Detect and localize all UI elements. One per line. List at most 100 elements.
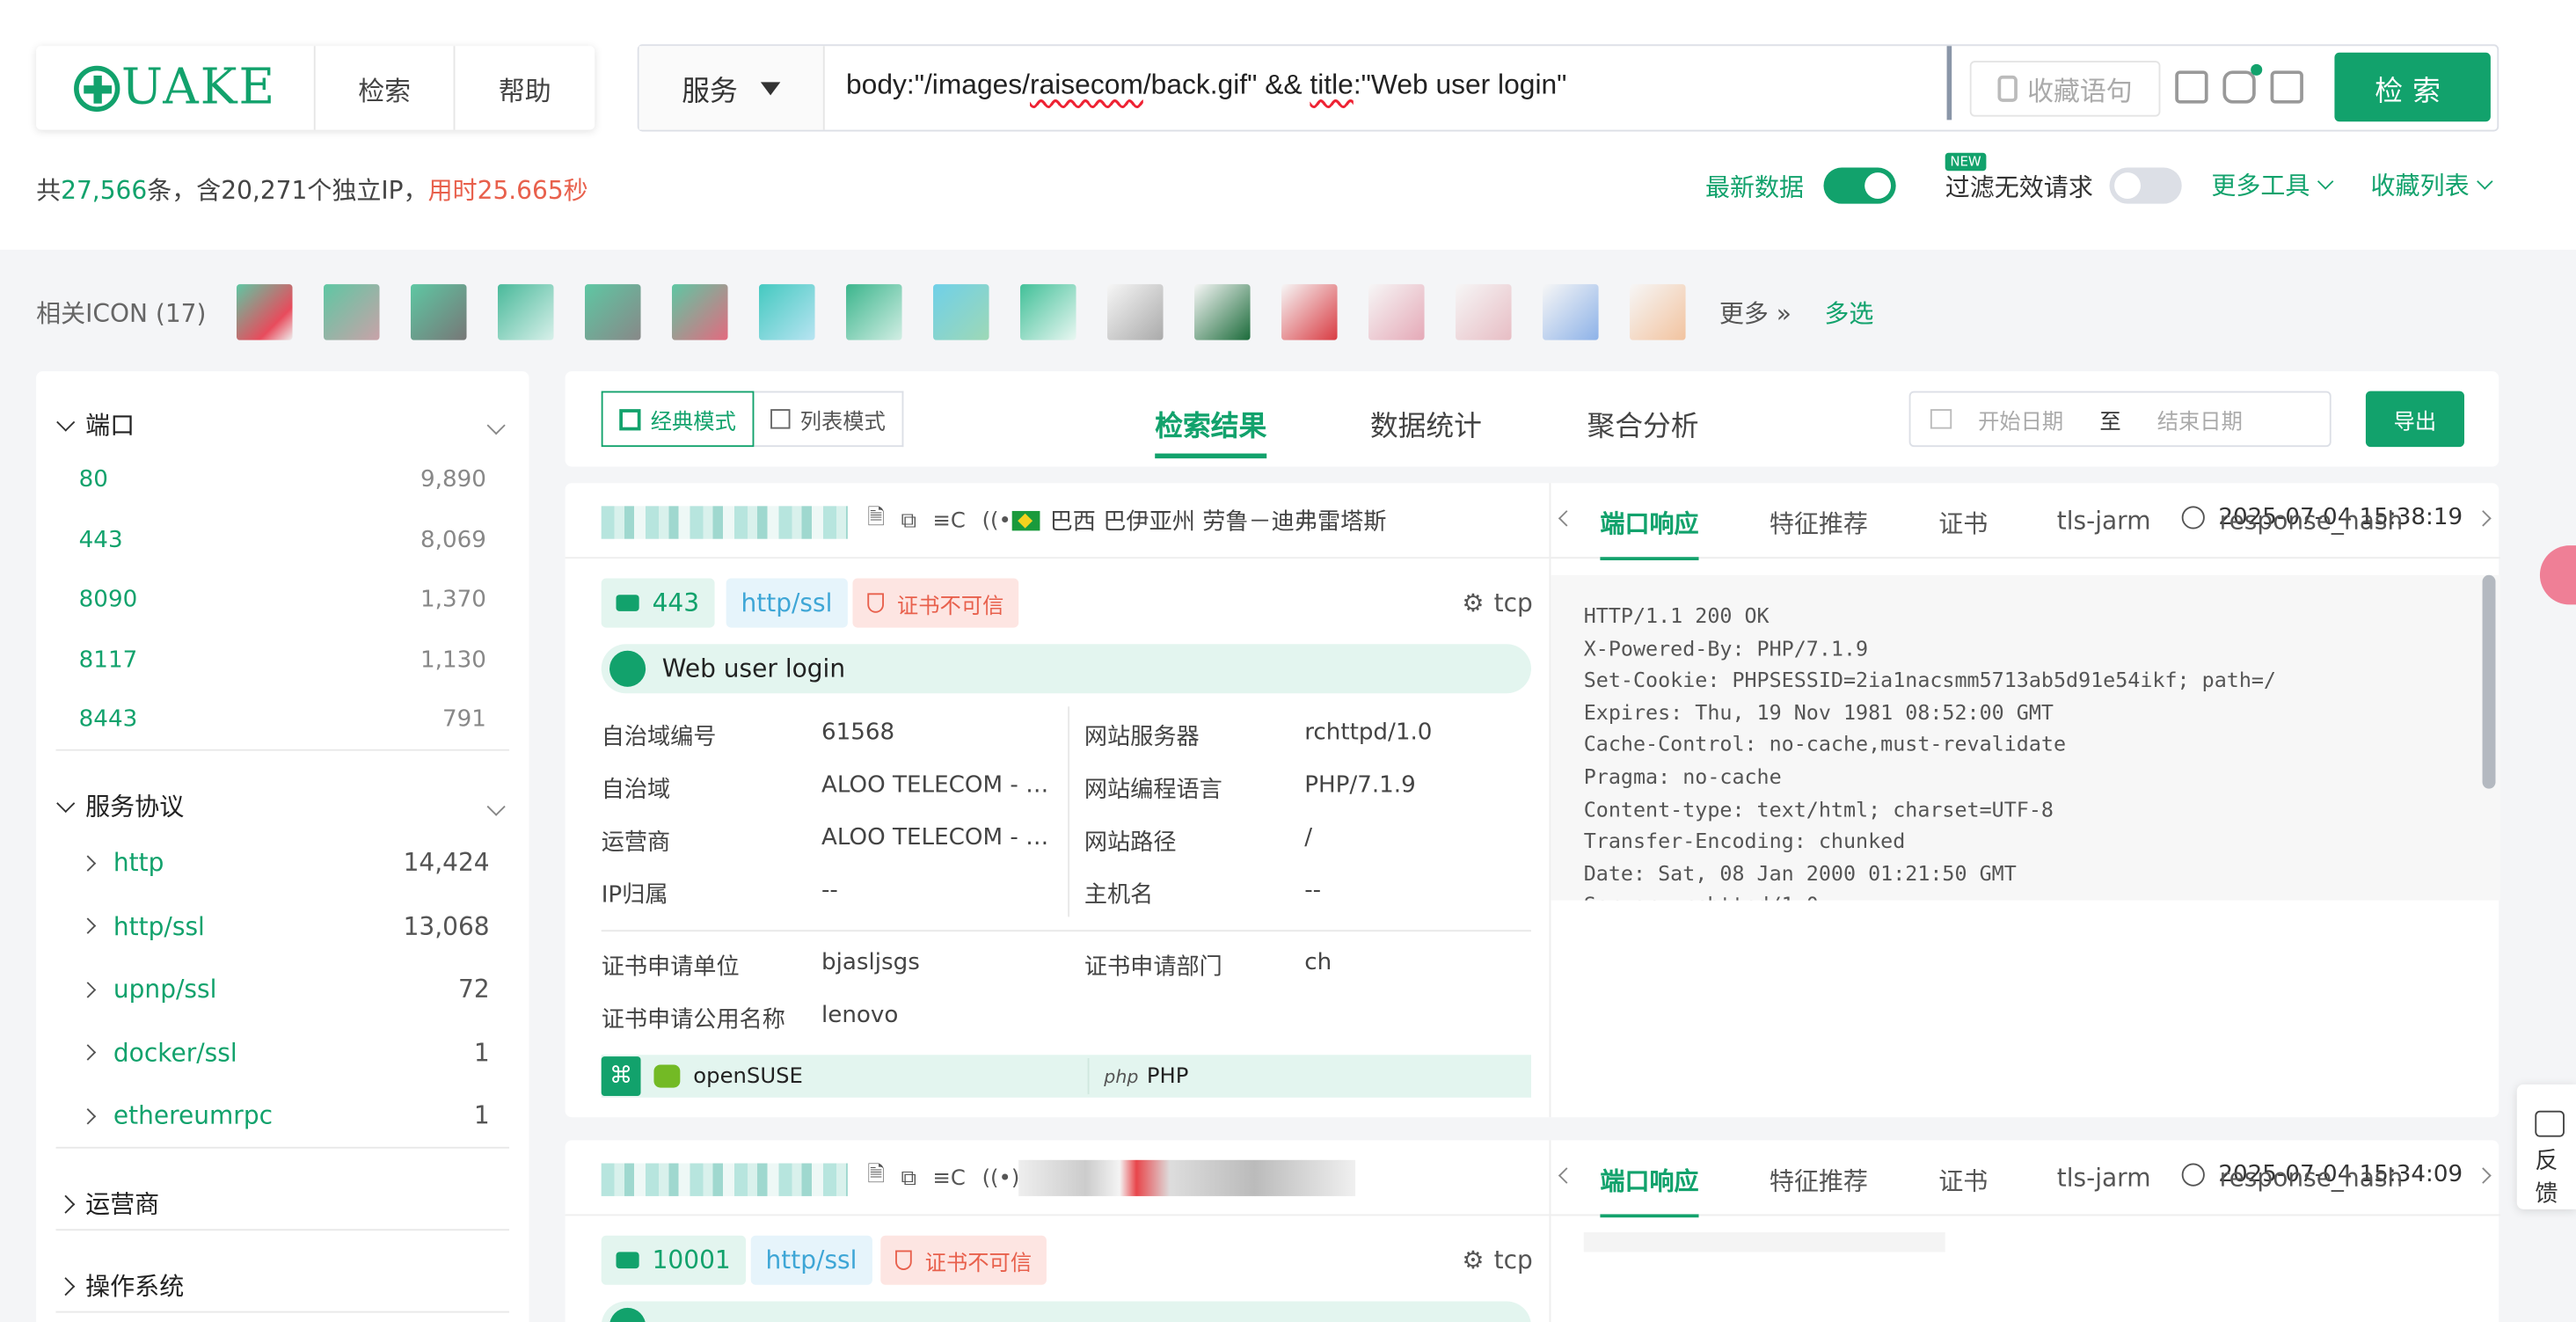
cert-icon[interactable]: ≡C xyxy=(933,508,966,533)
protocol-filter-item[interactable]: docker/ssl 1 xyxy=(82,1038,490,1068)
blurred-ip[interactable] xyxy=(601,1163,848,1196)
protocol-tag[interactable]: http/ssl xyxy=(750,1235,872,1285)
response-content[interactable]: HTTP/1.1 200 OK X-Powered-By: PHP/7.1.9 … xyxy=(1551,574,2501,901)
tab-search-results[interactable]: 检索结果 xyxy=(1155,403,1267,459)
response-tab[interactable]: 特征推荐 xyxy=(1770,1164,1868,1198)
chevron-right-icon[interactable] xyxy=(2475,1167,2492,1184)
list-mode-button[interactable]: 列表模式 xyxy=(754,391,904,448)
favicon-thumb[interactable] xyxy=(1456,284,1513,340)
server-value[interactable]: rchttpd/1.0 xyxy=(1304,719,1432,746)
isp-section-header[interactable]: 运营商 xyxy=(56,1187,502,1221)
cert-dept-value[interactable]: ch xyxy=(1304,950,1332,976)
favicon-thumb[interactable] xyxy=(759,284,816,340)
path-value[interactable]: / xyxy=(1304,825,1312,851)
favicon-thumb[interactable] xyxy=(411,284,468,340)
response-tab[interactable]: response_hash xyxy=(2220,1164,2404,1194)
nav-help[interactable]: 帮助 xyxy=(455,46,595,129)
favicon-thumb[interactable] xyxy=(237,284,294,340)
search-input[interactable]: body:"/images/raisecom/back.gif" && titl… xyxy=(846,69,1566,101)
port-filter-item[interactable]: 8090 1,370 xyxy=(79,587,486,613)
multi-select-link[interactable]: 多选 xyxy=(1824,295,1873,329)
os-value[interactable]: openSUSE xyxy=(693,1064,803,1089)
filter-invalid-toggle[interactable] xyxy=(2109,167,2182,204)
tab-aggregation[interactable]: 聚合分析 xyxy=(1587,403,1698,443)
protocol-filter-item[interactable]: ethereumrpc 1 xyxy=(82,1101,490,1131)
classic-mode-button[interactable]: 经典模式 xyxy=(601,391,755,448)
ai-chat-icon[interactable] xyxy=(2222,70,2256,104)
chevron-right-icon[interactable] xyxy=(2475,510,2492,527)
favicon-thumb[interactable] xyxy=(1368,284,1426,340)
favicon-thumb[interactable] xyxy=(324,284,381,340)
protocol-section-header[interactable]: 服务协议 xyxy=(56,789,506,823)
as-value[interactable]: ALOO TELECOM - … xyxy=(821,772,1048,799)
port-filter-count: 1,370 xyxy=(420,586,486,613)
page-title-bar[interactable]: Web user login xyxy=(601,644,1531,694)
nav-search[interactable]: 检索 xyxy=(316,46,456,130)
protocol-filter-item[interactable]: http 14,424 xyxy=(82,848,490,878)
favicon-thumb[interactable] xyxy=(498,284,555,340)
response-tab[interactable]: response_hash xyxy=(2220,506,2404,536)
fav-list-menu[interactable]: 收藏列表 xyxy=(2371,168,2493,202)
asn-value[interactable]: 61568 xyxy=(821,719,894,746)
port-filter-item[interactable]: 8443 791 xyxy=(79,706,486,733)
cert-icon[interactable]: ≡C xyxy=(933,1165,966,1190)
response-tab[interactable]: tls-jarm xyxy=(2057,506,2151,536)
scrollbar[interactable] xyxy=(2482,574,2496,789)
response-tab[interactable]: tls-jarm xyxy=(2057,1164,2151,1194)
fav-query-button[interactable]: 收藏语句 xyxy=(1969,61,2161,117)
favicon-thumb[interactable] xyxy=(672,284,729,340)
favicon-thumb[interactable] xyxy=(1630,284,1687,340)
assistant-float-icon[interactable] xyxy=(2539,545,2576,605)
response-tab[interactable]: 端口响应 xyxy=(1600,1164,1699,1218)
response-tab[interactable]: 证书 xyxy=(1938,506,1988,540)
more-icons-link[interactable]: 更多 » xyxy=(1719,295,1792,329)
cert-org-value[interactable]: bjasljsgs xyxy=(821,950,920,976)
favicon-thumb[interactable] xyxy=(846,284,903,340)
favicon-thumb[interactable] xyxy=(933,284,990,340)
os-section-header[interactable]: 操作系统 xyxy=(56,1268,502,1303)
date-range-picker[interactable]: 开始日期 至 结束日期 xyxy=(1908,391,2332,448)
favicon-thumb[interactable] xyxy=(1020,284,1077,340)
chevron-left-icon[interactable] xyxy=(1558,510,1575,527)
protocol-filter-item[interactable]: http/ssl 13,068 xyxy=(82,911,490,941)
protocol-tag[interactable]: http/ssl xyxy=(726,578,848,628)
export-button[interactable]: 导出 xyxy=(2365,391,2464,448)
search-button[interactable]: 检索 xyxy=(2334,52,2491,122)
page-title-bar[interactable] xyxy=(601,1301,1531,1322)
collapsed-icon xyxy=(56,1276,76,1296)
document-icon[interactable]: 🗎 xyxy=(867,503,885,539)
screenshot-icon[interactable]: ⧉ xyxy=(901,508,916,533)
favicon-thumb[interactable] xyxy=(1107,284,1164,340)
protocol-filter-item[interactable]: upnp/ssl 72 xyxy=(82,975,490,1004)
port-filter-item[interactable]: 443 8,069 xyxy=(79,527,486,553)
port-section-header[interactable]: 端口 xyxy=(56,407,506,442)
port-tag[interactable]: 443 xyxy=(601,578,714,628)
chevron-left-icon[interactable] xyxy=(1558,1167,1575,1184)
response-tab[interactable]: 特征推荐 xyxy=(1770,506,1868,540)
quake-logo[interactable]: UAKE xyxy=(36,46,316,130)
response-tab[interactable]: 证书 xyxy=(1938,1164,1988,1198)
latest-data-toggle[interactable] xyxy=(1823,167,1896,204)
favicon-thumb[interactable] xyxy=(585,284,642,340)
port-filter-item[interactable]: 8117 1,130 xyxy=(79,646,486,673)
isp-value[interactable]: ALOO TELECOM - … xyxy=(821,825,1048,851)
lang-value[interactable]: PHP/7.1.9 xyxy=(1304,772,1416,799)
port-tag[interactable]: 10001 xyxy=(601,1235,746,1285)
favicon-thumb[interactable] xyxy=(1281,284,1339,340)
favorite-star-icon[interactable] xyxy=(2270,70,2303,104)
favicon-thumb[interactable] xyxy=(1194,284,1252,340)
stats-mid: 条，含20,271个独立IP， xyxy=(147,175,428,206)
port-filter-item[interactable]: 80 9,890 xyxy=(79,467,486,493)
document-icon[interactable]: 🗎 xyxy=(867,1160,885,1196)
tab-statistics[interactable]: 数据统计 xyxy=(1370,403,1482,443)
screenshot-icon[interactable]: ⧉ xyxy=(901,1165,916,1190)
response-tab[interactable]: 端口响应 xyxy=(1600,506,1699,560)
blurred-ip[interactable] xyxy=(601,506,848,539)
tech-value[interactable]: PHP xyxy=(1147,1064,1189,1089)
cert-cn-value[interactable]: lenovo xyxy=(821,1002,898,1028)
feedback-button[interactable]: 反馈 xyxy=(2516,1084,2576,1209)
more-tools-menu[interactable]: 更多工具 xyxy=(2211,168,2334,202)
favicon-thumb[interactable] xyxy=(1543,284,1600,340)
service-select[interactable]: 服务 xyxy=(639,46,825,130)
qr-scan-icon[interactable] xyxy=(2175,70,2208,104)
